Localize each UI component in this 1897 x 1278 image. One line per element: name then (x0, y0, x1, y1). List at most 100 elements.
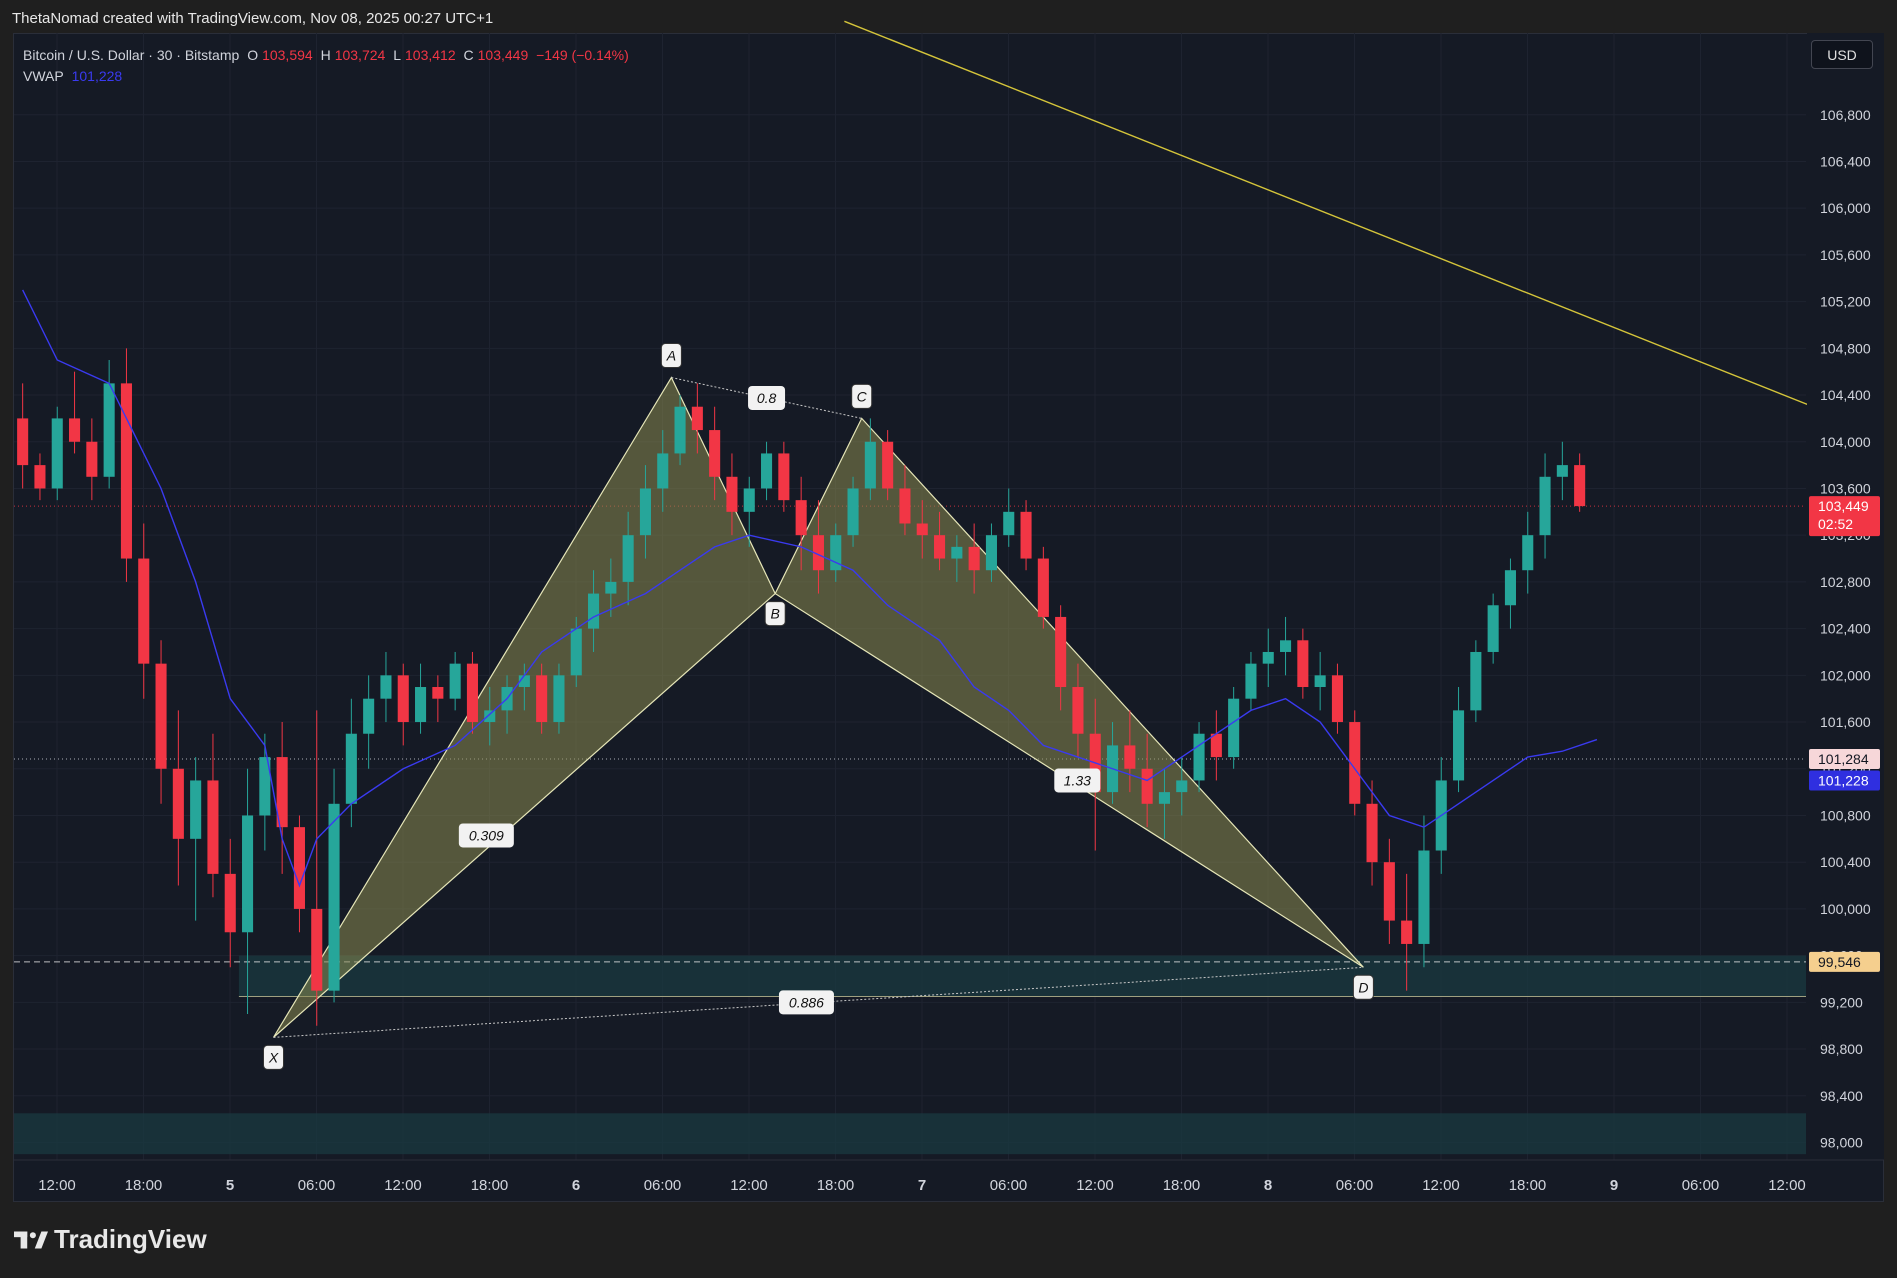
candle (778, 441, 790, 512)
tradingview-logo-icon (14, 1231, 48, 1248)
x-tick-label: 06:00 (644, 1177, 682, 1194)
candle-body (761, 453, 773, 489)
y-tick-label: 104,400 (1820, 387, 1871, 403)
price-tag-countdown: 02:52 (1818, 516, 1853, 532)
price-tag: 101,228 (1809, 770, 1880, 791)
price-tag: 103,449 02:52 (1809, 496, 1880, 537)
pattern-point-label: X (268, 1049, 279, 1065)
candle (224, 838, 236, 968)
candle-body (1539, 476, 1551, 536)
candle (1297, 628, 1309, 699)
candle-body (345, 733, 357, 804)
candle-body (674, 406, 686, 454)
vwap-row[interactable]: VWAP 101,228 (23, 66, 633, 87)
candle (51, 406, 63, 501)
y-tick-label: 105,200 (1820, 294, 1871, 310)
candle-body (1383, 862, 1395, 921)
demand-zone (238, 955, 1806, 997)
candle-body (1228, 698, 1240, 758)
pattern-ratio-text: 0.309 (469, 827, 504, 843)
pattern-ratio-label: 0.309 (458, 823, 514, 848)
candle-body (985, 535, 997, 571)
pattern-point-c: C (851, 383, 873, 409)
candle (1003, 488, 1015, 547)
y-tick-label: 98,000 (1820, 1134, 1863, 1150)
close-value: 103,449 (477, 47, 529, 63)
candle-body (138, 558, 150, 664)
y-tick-label: 100,400 (1820, 854, 1871, 870)
low-label: L (393, 47, 401, 63)
candle-body (190, 780, 202, 839)
candle (1522, 511, 1534, 594)
trendline (844, 20, 1814, 408)
candle-body (293, 827, 305, 909)
candle-body (899, 488, 911, 524)
candle-body (466, 663, 478, 723)
demand-zone (14, 1113, 1806, 1155)
x-tick-label: 18:00 (1163, 1177, 1201, 1194)
candle-body (709, 430, 721, 477)
price-tag: 99,546 (1809, 951, 1880, 972)
y-tick-label: 99,200 (1820, 994, 1863, 1010)
candle (363, 675, 375, 769)
x-tick-label: 06:00 (298, 1177, 336, 1194)
pattern-point-label: D (1358, 979, 1368, 995)
candlestick-chart[interactable]: X A B C D 0.309 0.8 1.33 0.886 106,800 106,400 106,… (0, 0, 1897, 1278)
candle (1262, 628, 1274, 688)
candle (397, 663, 409, 746)
candle (207, 733, 219, 898)
vwap-label: VWAP (23, 68, 64, 84)
high-value: 103,724 (334, 47, 386, 63)
x-tick-label: 7 (918, 1177, 926, 1194)
candle-body (639, 488, 651, 536)
x-tick-label: 18:00 (471, 1177, 509, 1194)
candle-body (1245, 663, 1257, 699)
y-tick-label: 100,000 (1820, 901, 1871, 917)
candle (311, 710, 323, 1026)
currency-button[interactable]: USD (1811, 40, 1873, 69)
candle-body (1522, 535, 1534, 571)
candle-body (69, 418, 81, 442)
tradingview-logo[interactable]: TradingView (14, 1224, 207, 1255)
y-tick-label: 104,800 (1820, 340, 1871, 356)
candle-body (397, 675, 409, 723)
candle-body (86, 441, 98, 477)
pattern-point-label: B (771, 606, 780, 622)
x-tick-label: 6 (572, 1177, 580, 1194)
candle-body (1176, 780, 1188, 793)
candle (1487, 593, 1499, 664)
chart-legend: Bitcoin / U.S. Dollar · 30 · Bitstamp O1… (23, 45, 633, 87)
candle-body (1366, 803, 1378, 863)
candle-body (449, 663, 461, 699)
candle-body (155, 663, 167, 769)
candle-body (51, 418, 63, 489)
candle-body (778, 453, 790, 501)
x-tick-label: 18:00 (125, 1177, 163, 1194)
candle-body (1210, 733, 1222, 758)
x-tick-label: 12:00 (38, 1177, 76, 1194)
candle-body (916, 523, 928, 536)
candle-body (1141, 768, 1153, 804)
candle (34, 453, 46, 501)
symbol-label[interactable]: Bitcoin / U.S. Dollar · 30 · Bitstamp (23, 47, 239, 63)
candle-body (34, 465, 46, 489)
candle-body (553, 675, 565, 723)
pattern-ratio-label: 0.8 (748, 385, 786, 410)
candle-body (830, 535, 842, 571)
x-tick-label: 06:00 (1336, 1177, 1374, 1194)
pattern-ratio-label: 0.886 (778, 990, 834, 1015)
y-tick-label: 106,400 (1820, 153, 1871, 169)
x-tick-label: 12:00 (1076, 1177, 1114, 1194)
y-tick-label: 102,800 (1820, 574, 1871, 590)
candle-body (570, 628, 582, 676)
x-tick-label: 12:00 (1422, 1177, 1460, 1194)
candle (449, 651, 461, 711)
pattern-ratio-text: 0.886 (789, 994, 824, 1010)
candle (103, 360, 115, 489)
x-tick-label: 5 (226, 1177, 234, 1194)
candle (1453, 687, 1465, 793)
price-tag-label: 103,449 (1818, 498, 1869, 514)
y-tick-label: 98,400 (1820, 1088, 1863, 1104)
candle (466, 651, 478, 734)
candle-body (1418, 850, 1430, 944)
